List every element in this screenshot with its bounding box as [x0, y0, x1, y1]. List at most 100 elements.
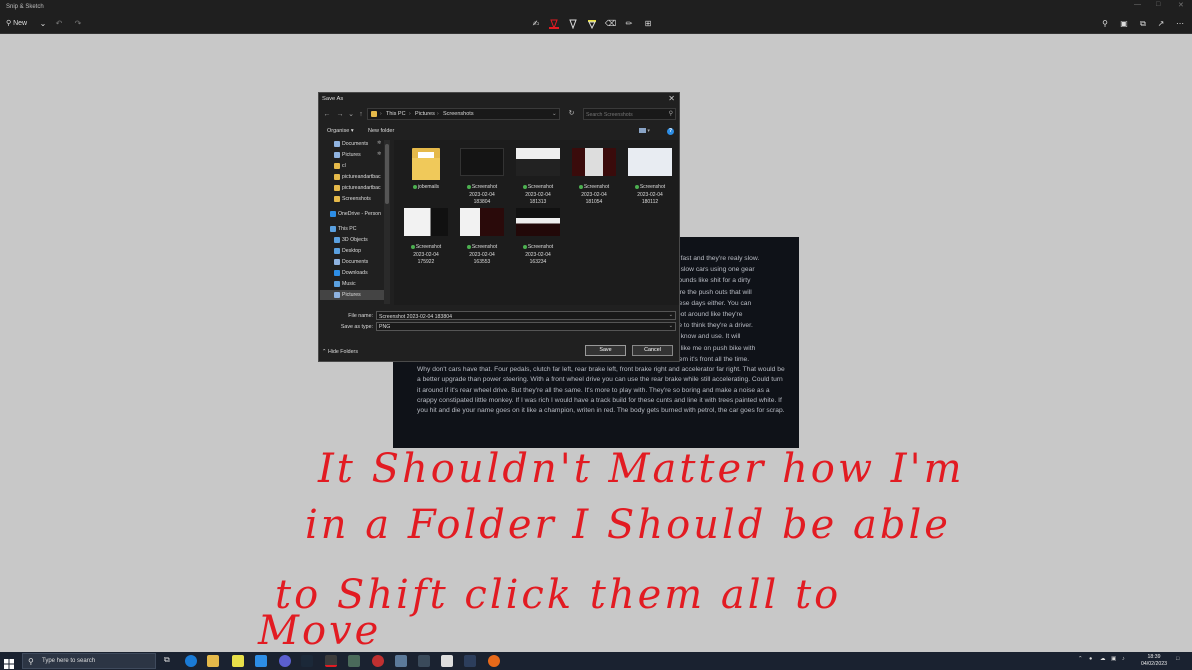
cancel-button[interactable]: Cancel [632, 345, 673, 356]
sidebar-item-pictures[interactable]: Pictures [320, 290, 384, 300]
onedrive-icon[interactable]: ☁ [1100, 656, 1106, 662]
search-input[interactable] [586, 111, 664, 119]
app-icon[interactable] [441, 655, 453, 667]
touch-writing-icon[interactable]: ✍ [531, 19, 541, 29]
pencil-icon[interactable] [568, 19, 578, 29]
scrollbar-thumb[interactable] [385, 144, 389, 204]
sidebar-item-documents[interactable]: Documents ✲ [320, 139, 384, 149]
sidebar-item-this-pc[interactable]: This PC [320, 224, 384, 234]
address-bar[interactable]: › This PC › Pictures › Screenshots ⌄ [367, 108, 560, 120]
app-icon[interactable] [418, 655, 430, 667]
task-view-icon[interactable]: ⧉ [164, 655, 176, 667]
file-explorer-icon[interactable] [207, 655, 219, 667]
file-name-input[interactable] [379, 313, 659, 320]
clock[interactable]: 18:39 04/02/2023 [1139, 654, 1169, 668]
view-options-button[interactable]: ▾ [639, 128, 653, 136]
file-item[interactable]: Screenshot 2023-02-04 181313 [512, 144, 564, 206]
file-item[interactable]: Screenshot 2023-02-04 180112 [624, 144, 676, 206]
recent-chevron-icon[interactable]: ⌄ [347, 110, 355, 120]
folder-icon [334, 292, 340, 298]
forward-icon[interactable]: → [336, 110, 344, 120]
sidebar-item-documents[interactable]: Documents [320, 257, 384, 267]
sidebar-item-label: pictureandartbac [342, 185, 381, 191]
network-icon[interactable]: ▣ [1111, 656, 1116, 662]
undo-icon[interactable]: ↶ [54, 19, 64, 29]
app-icon[interactable] [279, 655, 291, 667]
mail-icon[interactable] [255, 655, 267, 667]
calculator-icon[interactable] [464, 655, 476, 667]
breadcrumb-pictures[interactable]: Pictures [415, 111, 435, 117]
save-icon[interactable]: ▣ [1119, 19, 1129, 29]
sidebar-item-label: Screenshots [342, 196, 371, 202]
ballpoint-pen-icon[interactable] [549, 19, 559, 29]
sidebar-item-music[interactable]: Music [320, 279, 384, 289]
app-icon[interactable] [348, 655, 360, 667]
highlighter-icon[interactable] [587, 19, 597, 29]
file-item[interactable]: Screenshot 2023-02-04 175922 [400, 204, 452, 266]
folder-icon [334, 152, 340, 158]
refresh-icon[interactable]: ↻ [566, 108, 577, 120]
tray-app-icon[interactable]: ● [1089, 656, 1092, 662]
sidebar-item-pictureandartbac[interactable]: pictureandartbac [320, 183, 384, 193]
close-window-icon[interactable]: ✕ [1178, 1, 1184, 9]
sidebar-item-downloads[interactable]: Downloads [320, 268, 384, 278]
sidebar-item-desktop[interactable]: Desktop [320, 246, 384, 256]
save-type-select[interactable]: PNG ⌄ [376, 322, 676, 331]
crop-icon[interactable]: ⊞ [643, 19, 653, 29]
file-item[interactable]: Screenshot 2023-02-04 163234 [512, 204, 564, 266]
search-box[interactable]: ⚲ [583, 108, 676, 120]
sidebar-item-screenshots[interactable]: Screenshots [320, 194, 384, 204]
eraser-icon[interactable]: ⌫ [605, 19, 616, 29]
breadcrumb-screenshots[interactable]: Screenshots [443, 111, 474, 117]
chevron-down-icon[interactable]: ⌄ [38, 19, 48, 29]
dialog-close-icon[interactable]: ✕ [668, 94, 675, 103]
taskbar-search[interactable]: ⚲ Type here to search [22, 653, 156, 669]
steam-icon[interactable] [301, 655, 313, 667]
text-fragment: sounds like shit for a dirty [675, 277, 751, 285]
minimize-icon[interactable]: — [1134, 1, 1141, 8]
new-folder-button[interactable]: New folder [368, 128, 394, 134]
redo-icon[interactable]: ↷ [73, 19, 83, 29]
maximize-icon[interactable]: □ [1156, 1, 1160, 8]
file-item[interactable]: Screenshot 2023-02-04 181054 [568, 144, 620, 206]
share-icon[interactable]: ↗ [1156, 19, 1166, 29]
volume-icon[interactable]: ♪ [1122, 656, 1125, 662]
chevron-down-icon[interactable]: ⌄ [669, 312, 673, 318]
sidebar-scrollbar[interactable] [384, 140, 390, 304]
edge-icon[interactable] [185, 655, 197, 667]
help-icon[interactable]: ? [667, 128, 674, 135]
back-icon[interactable]: ← [323, 110, 331, 120]
file-name-field[interactable]: ⌄ [376, 311, 676, 320]
sidebar-item-pictureandartbac[interactable]: pictureandartbac [320, 172, 384, 182]
breadcrumb-this-pc[interactable]: This PC [386, 111, 406, 117]
firefox-icon[interactable] [488, 655, 500, 667]
sidebar-item-cl[interactable]: cl [320, 161, 384, 171]
copy-icon[interactable]: ⧉ [1138, 19, 1148, 29]
chevron-down-icon[interactable]: ⌄ [669, 323, 673, 329]
organise-button[interactable]: Organise ▾ [327, 128, 354, 134]
handwriting-line-1: It Shouldn't Matter how I'm [318, 446, 965, 492]
more-options-icon[interactable]: ⋯ [1175, 19, 1185, 29]
file-item[interactable]: Screenshot 2023-02-04 163553 [456, 204, 508, 266]
app-icon[interactable] [372, 655, 384, 667]
windows-start-icon[interactable] [4, 656, 14, 669]
snip-sketch-icon[interactable] [325, 655, 337, 667]
sidebar-item-pictures[interactable]: Pictures ✲ [320, 150, 384, 160]
new-button[interactable]: ⚲ New [6, 18, 36, 30]
app-icon[interactable] [395, 655, 407, 667]
up-icon[interactable]: ↑ [357, 110, 365, 120]
sticky-app-icon[interactable] [232, 655, 244, 667]
address-dropdown-icon[interactable]: ⌄ [552, 111, 557, 117]
file-name: Screenshot 2023-02-04 175922 [400, 244, 452, 267]
folder-item[interactable]: jobemails [400, 144, 452, 206]
chevron-down-icon: ▾ [350, 128, 354, 134]
file-item[interactable]: Screenshot 2023-02-04 183804 [456, 144, 508, 206]
ruler-icon[interactable]: ✏ [624, 19, 634, 29]
notifications-icon[interactable]: □ [1176, 656, 1179, 662]
tray-chevron-icon[interactable]: ⌃ [1078, 656, 1083, 662]
sidebar-item-3d-objects[interactable]: 3D Objects [320, 235, 384, 245]
save-button[interactable]: Save [585, 345, 626, 356]
sidebar-item-onedrive-person[interactable]: OneDrive - Person [320, 209, 384, 219]
zoom-icon[interactable]: ⚲ [1100, 19, 1110, 29]
hide-folders-button[interactable]: ⌃ Hide Folders [322, 349, 358, 355]
